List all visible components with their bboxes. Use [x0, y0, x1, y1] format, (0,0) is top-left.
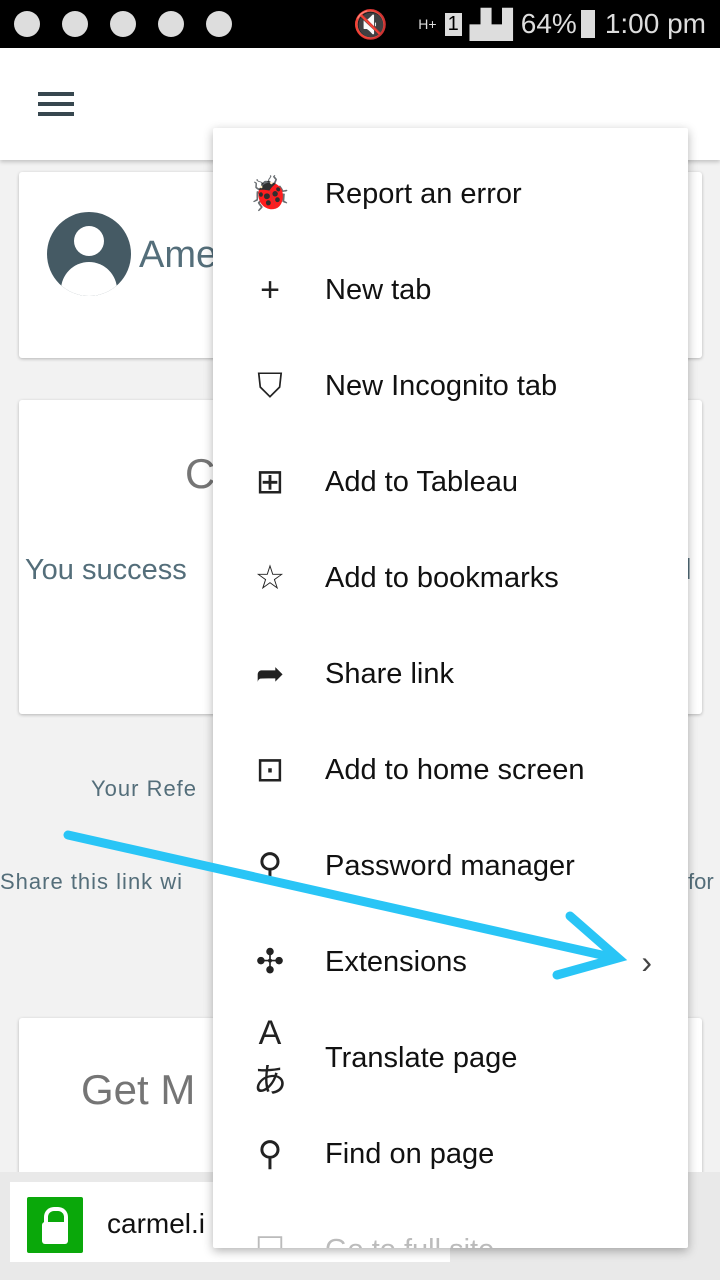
annotation-arrow [63, 830, 628, 980]
